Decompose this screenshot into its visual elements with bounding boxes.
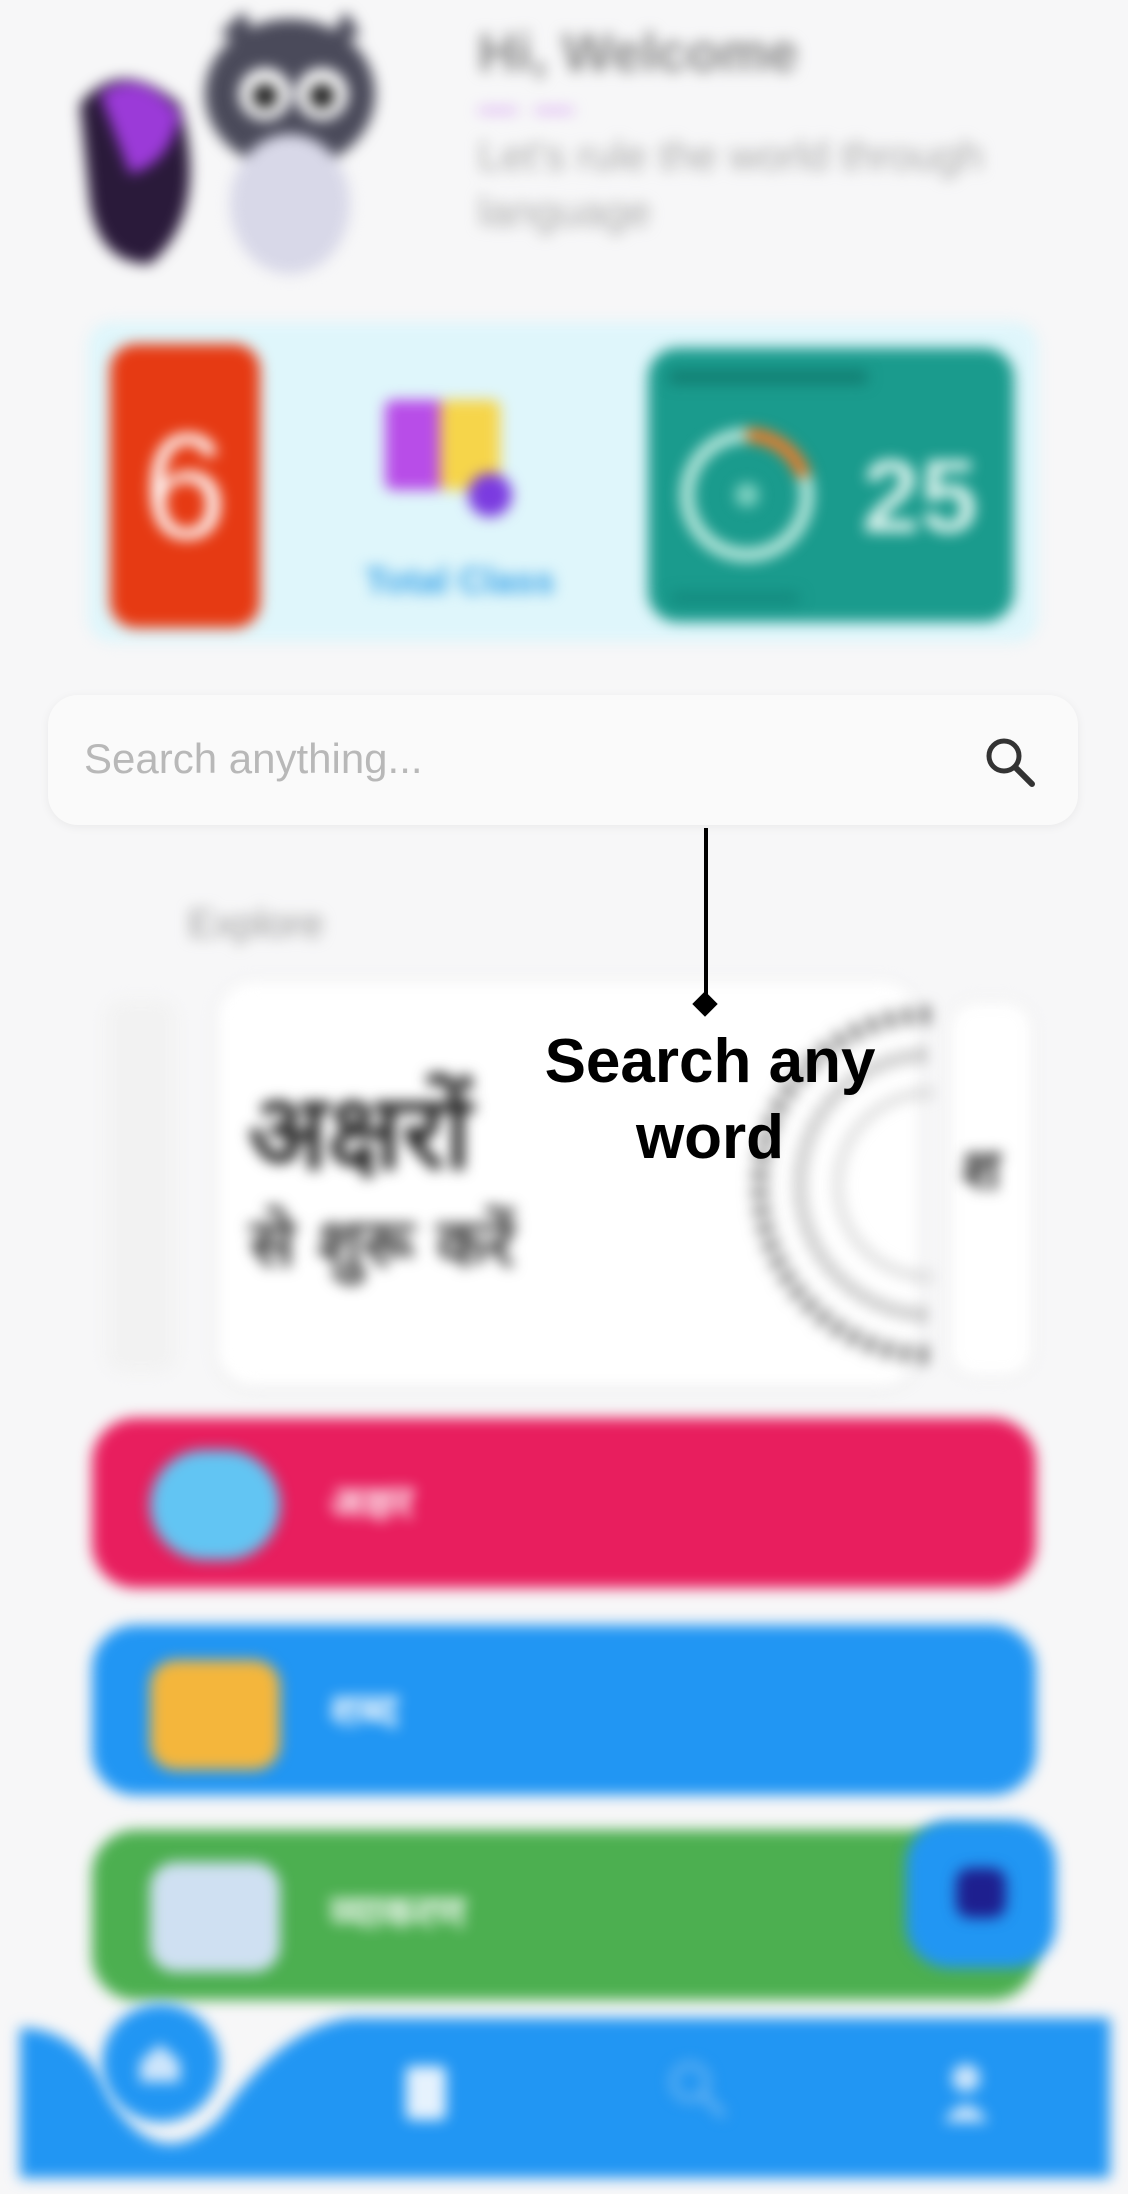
- progress-ring: [680, 428, 814, 562]
- explore-card-previous[interactable]: [106, 1000, 176, 1372]
- greeting-title: Hi, Welcome: [478, 23, 799, 83]
- search-input[interactable]: Search anything...: [84, 735, 423, 783]
- tooltip-text: Search any word: [544, 1027, 876, 1172]
- explore-card-next-glyph: श: [962, 1138, 1001, 1203]
- book-icon[interactable]: [396, 2058, 456, 2128]
- progress-count: 25: [862, 439, 978, 555]
- explore-card-title: अक्षरों: [248, 1071, 472, 1193]
- greeting-subtitle: Let's rule the world through language: [478, 132, 984, 235]
- progress-card-caption: [670, 592, 800, 604]
- greeting-decoration: [478, 100, 598, 113]
- mascot-illustration: [80, 14, 375, 274]
- mail-icon: [150, 1660, 280, 1770]
- category-alphabet-label: अक्षर: [330, 1477, 414, 1528]
- category-words-label: शब्द: [330, 1685, 398, 1736]
- fab-icon: [956, 1868, 1006, 1918]
- category-grammar-label: व्याकरण: [330, 1887, 466, 1938]
- book-icon: [150, 1862, 280, 1972]
- home-icon: [140, 2044, 180, 2082]
- total-class-icon: [385, 400, 512, 517]
- streak-card[interactable]: 6: [110, 344, 260, 628]
- tooltip-pointer-line: [704, 828, 708, 1004]
- chat-bubble-icon: [150, 1450, 280, 1560]
- search-icon[interactable]: [980, 732, 1040, 792]
- explore-card-subtitle: से शुरू करें: [250, 1205, 515, 1282]
- explore-heading: Explore: [188, 902, 324, 946]
- total-class-label: Total Class: [365, 560, 555, 601]
- search-icon[interactable]: [664, 2056, 730, 2122]
- progress-card-label: [668, 370, 868, 384]
- profile-icon[interactable]: [936, 2058, 996, 2126]
